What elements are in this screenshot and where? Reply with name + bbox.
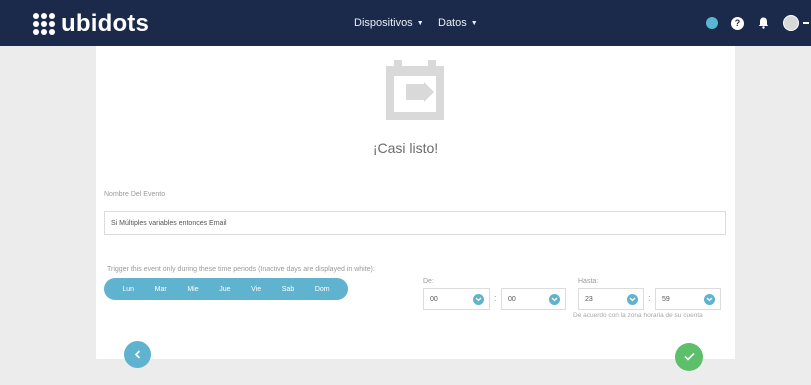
bell-icon[interactable]	[756, 16, 770, 30]
page-title: ¡Casi listo!	[372, 140, 439, 156]
chevron-down-icon	[704, 294, 715, 305]
from-hour-value: 00	[430, 295, 438, 303]
to-minute-select[interactable]: 59	[655, 288, 721, 310]
chevron-down-icon	[627, 294, 638, 305]
logo-text: ubidots	[61, 10, 150, 37]
caret-down-icon: ▼	[416, 19, 424, 27]
timezone-note: De acuerdo con la zona horaria de su cue…	[573, 312, 703, 319]
day-toggle-fri[interactable]: Vie	[251, 286, 261, 293]
day-toggle-mon[interactable]: Lun	[122, 286, 134, 293]
confirm-button[interactable]	[675, 343, 703, 371]
from-minute-value: 00	[508, 295, 516, 303]
help-icon[interactable]: ?	[731, 16, 744, 30]
from-minute-select[interactable]: 00	[501, 288, 566, 310]
menu-data[interactable]: Datos ▼	[438, 0, 478, 46]
time-separator: :	[494, 293, 497, 303]
menu-data-label: Datos	[438, 17, 467, 29]
day-toggle-thu[interactable]: Jue	[219, 286, 230, 293]
days-selector: Lun Mar Mie Jue Vie Sab Dom	[104, 278, 348, 300]
to-hour-value: 23	[585, 295, 593, 303]
to-label: Hasta:	[578, 278, 599, 285]
top-navbar: ubidots Dispositivos ▼ Datos ▼ ?	[0, 0, 811, 46]
chevron-down-icon	[473, 294, 484, 305]
chevron-down-icon	[549, 294, 560, 305]
day-toggle-sat[interactable]: Sab	[282, 286, 294, 293]
check-icon	[683, 348, 695, 366]
menu-devices-label: Dispositivos	[354, 17, 413, 29]
from-label: De:	[423, 278, 434, 285]
nav-actions: ?	[706, 0, 811, 46]
day-toggle-wed[interactable]: Mie	[187, 286, 198, 293]
to-minute-value: 59	[662, 295, 670, 303]
to-hour-select[interactable]: 23	[578, 288, 644, 310]
logo-dots-icon	[33, 13, 55, 35]
chevron-left-icon	[134, 346, 142, 364]
from-hour-select[interactable]: 00	[423, 288, 490, 310]
logo[interactable]: ubidots	[33, 10, 149, 38]
event-name-value: Si Múltiples variables entonces Email	[111, 219, 227, 227]
avatar[interactable]	[783, 15, 799, 31]
event-export-icon	[384, 60, 446, 122]
day-toggle-tue[interactable]: Mar	[155, 286, 167, 293]
caret-down-icon: ▼	[470, 19, 478, 27]
status-icon[interactable]	[706, 17, 718, 29]
event-name-label: Nombre Del Evento	[104, 191, 166, 198]
avatar-menu-icon[interactable]	[803, 22, 809, 24]
event-name-input[interactable]: Si Múltiples variables entonces Email	[104, 211, 726, 235]
trigger-period-label: Trigger this event only during these tim…	[107, 266, 375, 273]
day-toggle-sun[interactable]: Dom	[315, 286, 330, 293]
menu-devices[interactable]: Dispositivos ▼	[354, 0, 424, 46]
time-separator: :	[648, 293, 651, 303]
back-button[interactable]	[124, 341, 151, 368]
